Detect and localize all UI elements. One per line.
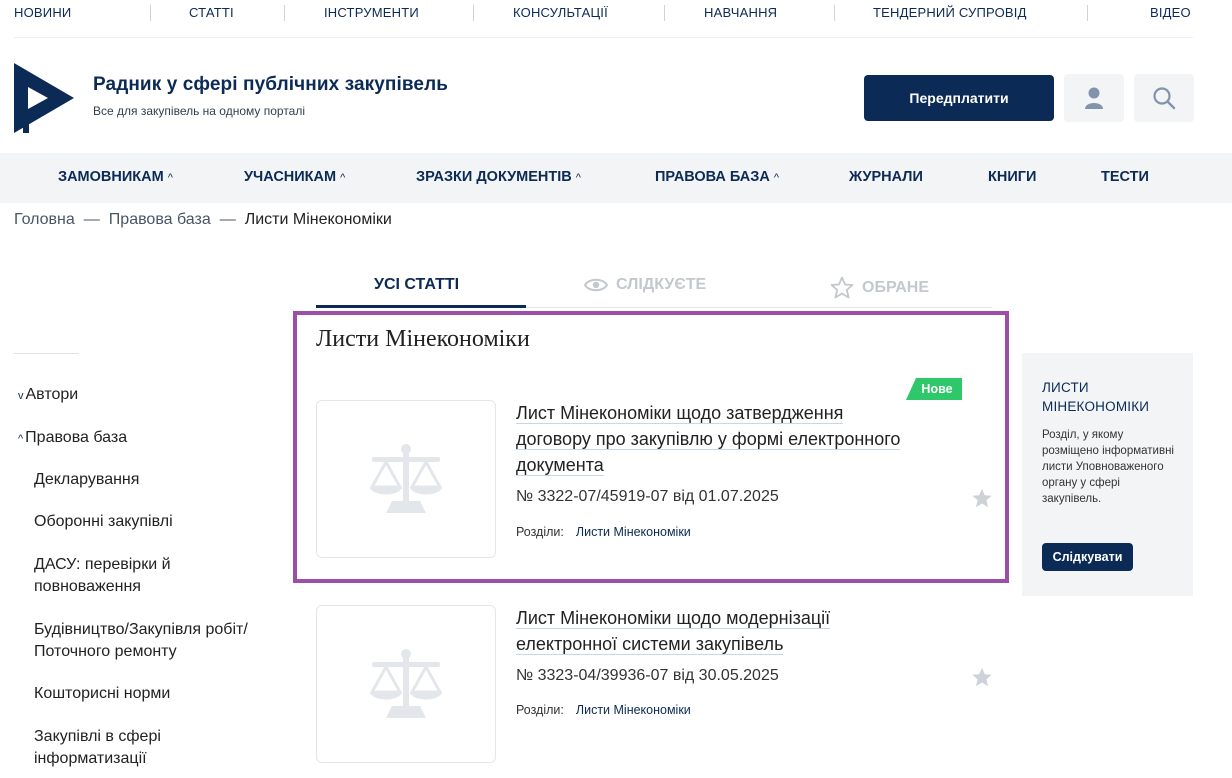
chevron-up-icon: ^ (18, 433, 24, 445)
main-nav-label: ЗРАЗКИ ДОКУМЕНТІВ (416, 169, 572, 185)
article-thumbnail[interactable] (316, 400, 496, 558)
chevron-down-icon: v (18, 390, 24, 402)
top-nav-articles[interactable]: СТАТТІ (189, 5, 234, 20)
top-nav-news[interactable]: НОВИНИ (14, 5, 71, 20)
section-title: Листи Мінекономіки (316, 326, 530, 352)
article-title-link[interactable]: Лист Мінекономіки щодо модернізації елек… (516, 608, 831, 655)
article-title-link[interactable]: Лист Мінекономіки щодо затвердження дого… (516, 403, 901, 476)
top-nav-divider (1087, 5, 1088, 21)
follow-button[interactable]: Слідкувати (1042, 543, 1133, 571)
user-button[interactable] (1064, 74, 1124, 122)
chevron-up-icon: ^ (167, 172, 173, 184)
user-icon (1085, 87, 1103, 109)
main-nav-label: ПРАВОВА БАЗА (655, 169, 770, 185)
breadcrumb-legal-base[interactable]: Правова база (109, 211, 211, 228)
main-nav-customers[interactable]: ЗАМОВНИКАМ ^ (58, 169, 173, 185)
main-nav-label: УЧАСНИКАМ (244, 169, 337, 185)
top-nav-divider (150, 5, 151, 21)
tab-favorites[interactable]: ОБРАНЕ (830, 276, 929, 299)
main-nav-label: ЗАМОВНИКАМ (58, 169, 164, 185)
tab-all-articles[interactable]: УСІ СТАТТІ (374, 276, 459, 294)
panel-title: ЛИСТИ МІНЕКОНОМІКИ (1042, 380, 1150, 414)
sidebar-item-dasu[interactable]: ДАСУ: перевірки й повноваження (34, 554, 234, 598)
section-link[interactable]: Листи Мінекономіки (576, 525, 691, 539)
favorite-star-icon[interactable] (971, 487, 993, 509)
main-nav-legal-base[interactable]: ПРАВОВА БАЗА ^ (655, 169, 779, 185)
panel-description: Розділ, у якому розміщено інформативні л… (1042, 429, 1174, 505)
tab-favorites-label: ОБРАНЕ (862, 278, 929, 296)
tab-following-label: СЛІДКУЄТЕ (616, 276, 707, 293)
subscribe-button[interactable]: Передплатити (864, 75, 1054, 121)
sections-label: Розділи: (516, 525, 564, 539)
sidebar-item-construction[interactable]: Будівництво/Закупівля робіт/ Поточного р… (34, 619, 289, 663)
tab-following[interactable]: СЛІДКУЄТЕ (584, 276, 706, 294)
scales-icon (369, 444, 443, 513)
section-info-panel: ЛИСТИ МІНЕКОНОМІКИ Розділ, у якому розмі… (1022, 353, 1193, 596)
sidebar-item-declaration[interactable]: Декларування (34, 469, 294, 491)
section-link[interactable]: Листи Мінекономіки (576, 703, 691, 717)
article-sections: Розділи: Листи Мінекономіки (516, 703, 691, 717)
chevron-up-icon: ^ (340, 172, 346, 184)
sidebar-item-defense[interactable]: Оборонні закупівлі (34, 511, 294, 533)
chevron-up-icon: ^ (575, 172, 581, 184)
article-sections: Розділи: Листи Мінекономіки (516, 525, 691, 539)
top-nav-divider (473, 5, 474, 21)
top-nav-divider (664, 5, 665, 21)
sidebar-item-label: Правова база (25, 429, 128, 446)
breadcrumb-separator: — (83, 211, 100, 228)
top-nav-video[interactable]: ВІДЕО (1150, 5, 1191, 20)
top-nav-training[interactable]: НАВЧАННЯ (704, 5, 777, 20)
top-nav-divider (834, 5, 835, 21)
search-icon (1153, 87, 1176, 110)
main-nav-participants[interactable]: УЧАСНИКАМ ^ (244, 169, 345, 185)
main-nav-templates[interactable]: ЗРАЗКИ ДОКУМЕНТІВ ^ (416, 169, 581, 185)
main-nav: ЗАМОВНИКАМ ^ УЧАСНИКАМ ^ ЗРАЗКИ ДОКУМЕНТІВ… (0, 153, 1232, 203)
sidebar-divider (14, 353, 79, 354)
article-number: № 3322-07/45919-07 від 01.07.2025 (516, 488, 779, 505)
site-logo[interactable] (14, 63, 74, 133)
article-title[interactable]: Лист Мінекономіки щодо модернізації елек… (516, 605, 916, 657)
site-title[interactable]: Радник у сфері публічних закупівель (93, 74, 448, 96)
site-subtitle: Все для закупівель на одному порталі (93, 104, 306, 118)
main-nav-books[interactable]: КНИГИ (988, 169, 1036, 185)
article-thumbnail[interactable] (316, 605, 496, 763)
active-tab-indicator (316, 305, 526, 308)
sidebar-item-estimate-norms[interactable]: Кошторисні норми (34, 683, 294, 705)
breadcrumb-current: Листи Мінекономіки (244, 211, 392, 228)
top-nav-divider (284, 5, 285, 21)
star-outline-icon (830, 276, 854, 299)
main-nav-journals[interactable]: ЖУРНАЛИ (849, 169, 923, 185)
breadcrumb-separator: — (219, 211, 236, 228)
sidebar-item-informatization[interactable]: Закупівлі в сфері інформатизації (34, 726, 234, 770)
favorite-star-icon[interactable] (971, 666, 993, 688)
article-number: № 3323-04/39936-07 від 30.05.2025 (516, 667, 779, 684)
top-nav-tools[interactable]: ІНСТРУМЕНТИ (324, 5, 419, 20)
top-nav: НОВИНИ СТАТТІ ІНСТРУМЕНТИ КОНСУЛЬТАЦІЇ Н… (0, 0, 1232, 38)
top-nav-tender-support[interactable]: ТЕНДЕРНИЙ СУПРОВІД (873, 5, 1027, 20)
eye-icon (584, 278, 608, 292)
top-nav-consultations[interactable]: КОНСУЛЬТАЦІЇ (513, 5, 608, 20)
top-nav-separator (14, 37, 1193, 38)
breadcrumb: Головна — Правова база — Листи Мінекономіки (14, 211, 392, 229)
breadcrumb-home[interactable]: Головна (14, 211, 75, 228)
sidebar-item-legal-base[interactable]: ^ Правова база (18, 427, 127, 450)
main-nav-tests[interactable]: ТЕСТИ (1101, 169, 1149, 185)
scales-icon (369, 649, 443, 718)
search-button[interactable] (1134, 74, 1194, 122)
sidebar-item-authors[interactable]: v Автори (18, 384, 78, 407)
sections-label: Розділи: (516, 703, 564, 717)
chevron-up-icon: ^ (773, 172, 779, 184)
article-title[interactable]: Лист Мінекономіки щодо затвердження дого… (516, 400, 916, 478)
sidebar-item-label: Автори (25, 386, 79, 403)
